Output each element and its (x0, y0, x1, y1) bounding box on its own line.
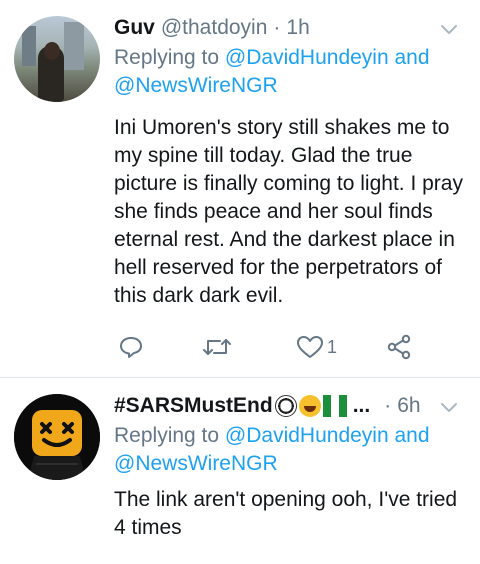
tweet-text: Ini Umoren's story still shakes me to my… (114, 116, 463, 307)
tweet-header: Guv @thatdoyin · 1h (114, 14, 466, 42)
marshmello-avatar-icon (14, 394, 100, 480)
like-icon (297, 336, 323, 358)
chevron-down-icon[interactable] (438, 396, 460, 418)
mention-link[interactable]: @NewsWireNGR (114, 74, 278, 97)
tweet-header: #SARSMustEnd ... · 6h (114, 392, 466, 420)
mention-link[interactable]: @DavidHundeyin and (225, 424, 430, 447)
tweet[interactable]: #SARSMustEnd ... · 6h Replying to @David… (0, 378, 480, 564)
like-button[interactable]: 1 (296, 332, 337, 362)
avatar[interactable] (14, 394, 100, 480)
timestamp[interactable]: 6h (397, 392, 420, 420)
name-ellipsis: ... (352, 394, 371, 417)
laughing-face-icon (298, 395, 321, 417)
reply-button[interactable] (118, 332, 144, 362)
tweet[interactable]: Guv @thatdoyin · 1h Replying to @DavidHu… (0, 0, 480, 378)
soccer-ball-icon (274, 395, 297, 417)
tweet-content: Guv @thatdoyin · 1h Replying to @DavidHu… (114, 14, 466, 377)
replying-to: Replying to @DavidHundeyin and @NewsWire… (114, 422, 466, 478)
replying-prefix: Replying to (114, 46, 225, 69)
tweet-actions: 1 (114, 332, 434, 362)
replying-to: Replying to @DavidHundeyin and @NewsWire… (114, 44, 466, 100)
tweet-text: The link aren't opening ooh, I've tried … (114, 488, 458, 539)
mention-link[interactable]: @NewsWireNGR (114, 452, 278, 475)
share-button[interactable] (386, 332, 412, 362)
like-count: 1 (327, 336, 338, 357)
user-handle[interactable]: @thatdoyin (161, 14, 268, 42)
share-icon (387, 334, 411, 360)
mention-link[interactable]: @DavidHundeyin and (225, 46, 430, 69)
separator: · (273, 16, 281, 39)
replying-prefix: Replying to (114, 424, 225, 447)
display-name[interactable]: Guv (114, 14, 155, 42)
separator: · (384, 394, 392, 417)
retweet-button[interactable] (202, 332, 232, 362)
display-name[interactable]: #SARSMustEnd (114, 392, 273, 420)
tweet-content: #SARSMustEnd ... · 6h Replying to @David… (114, 392, 466, 564)
retweet-icon (203, 339, 231, 355)
nigeria-flag-icon (322, 395, 347, 417)
chevron-down-icon[interactable] (438, 18, 460, 40)
avatar[interactable] (14, 16, 100, 102)
timestamp[interactable]: 1h (286, 14, 309, 42)
reply-icon (120, 337, 142, 358)
